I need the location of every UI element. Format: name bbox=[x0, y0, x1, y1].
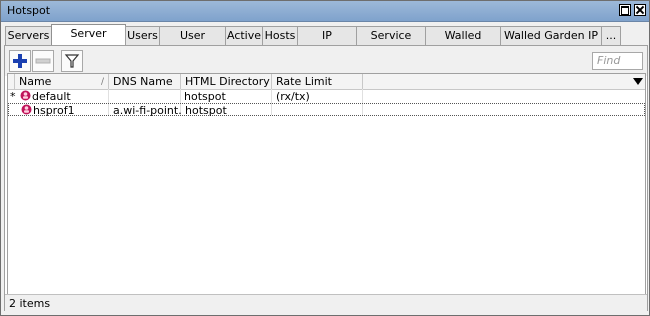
tab-service-ports[interactable]: Service Ports bbox=[356, 26, 426, 60]
html-directory: hotspot bbox=[184, 90, 226, 103]
rate-limit bbox=[275, 90, 361, 103]
window-title: Hotspot bbox=[7, 4, 51, 17]
tab-active[interactable]: Active bbox=[225, 26, 263, 45]
tab-walled-garden[interactable]: Walled Garden bbox=[425, 26, 501, 60]
profile-name: hsprof1 bbox=[33, 104, 75, 117]
column-header-name[interactable]: Name ∕ bbox=[15, 74, 109, 89]
sort-icon: ∕ bbox=[101, 77, 105, 87]
tab-more[interactable]: ... bbox=[601, 26, 621, 45]
profile-name: default bbox=[32, 90, 71, 103]
hotspot-window: Hotspot Servers Server Profiles Users Us… bbox=[0, 0, 650, 316]
close-button[interactable] bbox=[634, 4, 646, 16]
plus-icon bbox=[13, 54, 27, 68]
toolbar: Find bbox=[5, 46, 647, 76]
status-bar: 2 items bbox=[5, 294, 647, 311]
tab-walled-garden-ip-list[interactable]: Walled Garden IP List bbox=[500, 26, 602, 60]
maximize-button[interactable] bbox=[619, 4, 631, 16]
flag-column-header bbox=[8, 74, 15, 89]
html-directory: hotspot bbox=[185, 104, 227, 117]
profiles-table: Name ∕ DNS Name HTML Directory Rate Limi… bbox=[7, 73, 646, 301]
dns-name bbox=[112, 90, 180, 103]
filter-button[interactable] bbox=[61, 50, 83, 72]
add-button[interactable] bbox=[9, 50, 31, 72]
column-menu-icon[interactable] bbox=[633, 78, 643, 85]
tab-servers[interactable]: Servers bbox=[5, 26, 52, 45]
filter-icon bbox=[64, 54, 80, 68]
tab-server-profiles[interactable]: Server Profiles bbox=[51, 24, 126, 58]
server-profiles-panel: Find Name ∕ DNS Name HTML Directory Rate… bbox=[4, 45, 648, 311]
dns-name: a.wi-fi-point.c... bbox=[113, 104, 181, 117]
find-input[interactable]: Find bbox=[592, 52, 643, 70]
rate-limit bbox=[276, 104, 362, 117]
table-row[interactable]: * default hotspot bbox=[8, 90, 645, 103]
column-header-dns-name[interactable]: DNS Name bbox=[109, 74, 181, 89]
table-row[interactable]: hsprof1 a.wi-fi-point.c... hotspot bbox=[8, 103, 645, 117]
profile-icon bbox=[21, 104, 32, 115]
item-count: 2 items bbox=[9, 297, 51, 310]
title-bar[interactable]: Hotspot bbox=[1, 1, 649, 22]
tab-ip-bindings[interactable]: IP Bindings bbox=[297, 26, 357, 60]
tab-user-profiles[interactable]: User Profiles bbox=[159, 26, 226, 60]
column-header-rate-limit[interactable]: Rate Limit (rx/tx) bbox=[272, 74, 363, 103]
tab-users[interactable]: Users bbox=[125, 26, 160, 45]
minus-icon bbox=[35, 58, 51, 64]
column-name-label: Name bbox=[19, 75, 52, 88]
profile-icon bbox=[20, 90, 31, 101]
default-flag: * bbox=[10, 90, 16, 103]
table-header: Name ∕ DNS Name HTML Directory Rate Limi… bbox=[8, 74, 645, 103]
default-flag bbox=[11, 104, 19, 117]
tab-hosts[interactable]: Hosts bbox=[262, 26, 298, 45]
column-header-html-directory[interactable]: HTML Directory bbox=[181, 74, 272, 89]
remove-button[interactable] bbox=[32, 50, 54, 72]
